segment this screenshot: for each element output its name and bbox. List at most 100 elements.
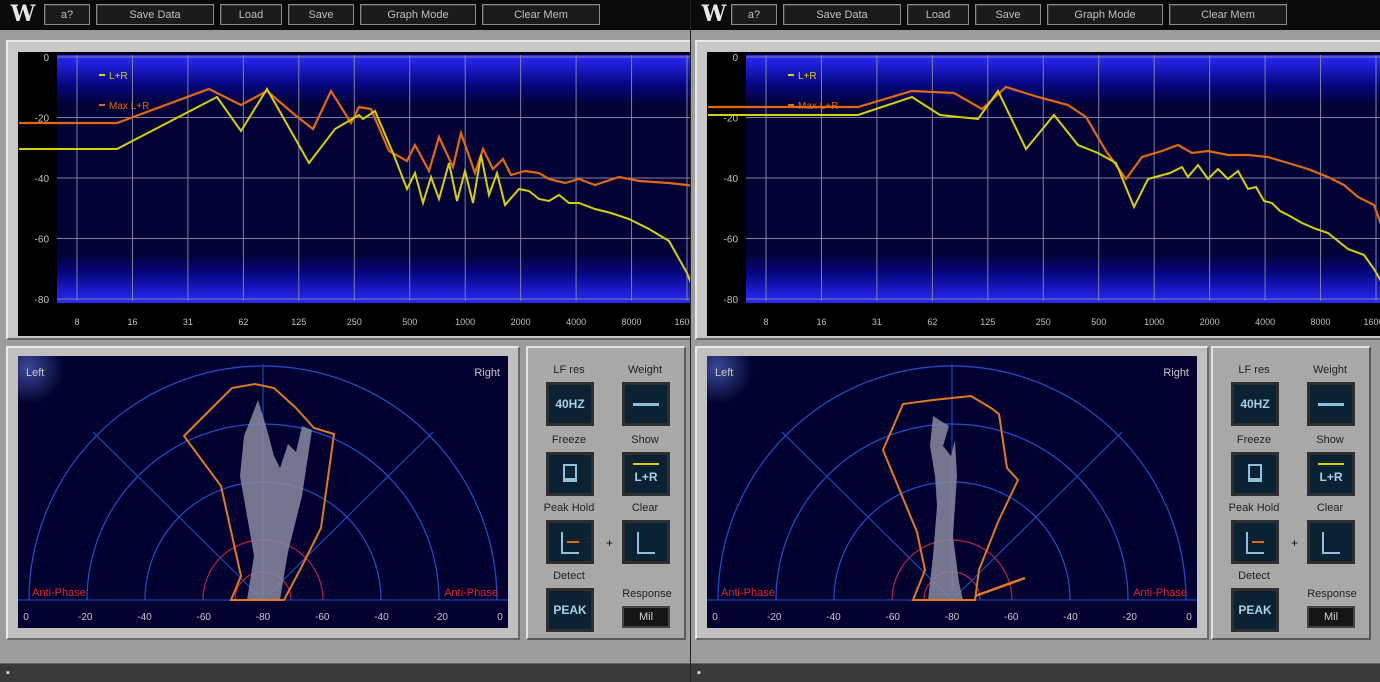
freeze-label: Freeze bbox=[551, 434, 587, 446]
polar-x-label: 0 bbox=[1186, 612, 1192, 623]
peak-hold-icon bbox=[561, 532, 579, 554]
peak-hold-button[interactable] bbox=[546, 520, 594, 564]
weight-button[interactable] bbox=[622, 382, 670, 426]
peak-hold-label: Peak Hold bbox=[543, 502, 595, 514]
polar-x-label: -20 bbox=[767, 612, 782, 623]
freeze-icon bbox=[1248, 464, 1262, 482]
y-tick-label: -60 bbox=[35, 235, 50, 246]
polar-x-label: -60 bbox=[1004, 612, 1019, 623]
lf-res-label: LF res bbox=[1238, 364, 1270, 376]
y-axis-band bbox=[19, 53, 57, 335]
legend-max-label: Max L+R bbox=[109, 101, 149, 112]
show-button[interactable]: L+R bbox=[1307, 452, 1355, 496]
lf-res-button[interactable]: 40HZ bbox=[546, 382, 594, 426]
y-tick-label: 0 bbox=[732, 53, 738, 64]
save-data-button[interactable]: Save Data bbox=[783, 4, 901, 25]
polar-display[interactable]: Left Right Anti-Phase Anti-Phase 0 -20 -40 -60 -… bbox=[691, 332, 1197, 628]
polar-x-label: 0 bbox=[23, 612, 29, 623]
x-tick-label: 500 bbox=[402, 317, 417, 327]
x-tick-label: 16000 bbox=[1363, 317, 1380, 327]
legend-max-label: Max L+R bbox=[798, 101, 838, 112]
x-tick-label: 31 bbox=[183, 317, 193, 327]
x-tick-label: 16 bbox=[816, 317, 826, 327]
x-tick-label: 8 bbox=[74, 317, 79, 327]
clear-icon bbox=[1322, 532, 1340, 554]
anti-phase-right: Anti-Phase bbox=[1133, 587, 1187, 599]
x-tick-label: 125 bbox=[291, 317, 306, 327]
polar-x-label: -60 bbox=[197, 612, 212, 623]
x-tick-label: 31 bbox=[872, 317, 882, 327]
left-label: Left bbox=[715, 367, 733, 379]
x-tick-label: 16 bbox=[127, 317, 137, 327]
plot-background bbox=[746, 55, 1380, 303]
lf-res-button[interactable]: 40HZ bbox=[1231, 382, 1279, 426]
spectrum-graph[interactable]: 0 -20 -40 -60 -80 8 16 31 62 125 250 500 1000 2000 400… bbox=[707, 52, 1380, 336]
x-tick-label: 8 bbox=[763, 317, 768, 327]
freeze-label: Freeze bbox=[1236, 434, 1272, 446]
control-panel: LF res 40HZ Weight Freeze Show L+R Peak … bbox=[1211, 346, 1371, 640]
waves-logo-icon[interactable]: W bbox=[8, 2, 38, 26]
peak-hold-button[interactable] bbox=[1231, 520, 1279, 564]
x-tick-label: 125 bbox=[980, 317, 995, 327]
y-tick-label: -60 bbox=[724, 235, 739, 246]
show-line-icon bbox=[633, 463, 659, 465]
save-data-button[interactable]: Save Data bbox=[96, 4, 214, 25]
polar-x-label: -20 bbox=[78, 612, 93, 623]
x-tick-label: 500 bbox=[1091, 317, 1106, 327]
x-tick-label: 250 bbox=[1036, 317, 1051, 327]
detect-button[interactable]: PEAK bbox=[546, 588, 594, 632]
anti-phase-right: Anti-Phase bbox=[444, 587, 498, 599]
polar-x-label: -80 bbox=[945, 612, 960, 623]
load-button[interactable]: Load bbox=[907, 4, 969, 25]
graph-mode-button[interactable]: Graph Mode bbox=[360, 4, 476, 25]
detect-button[interactable]: PEAK bbox=[1231, 588, 1279, 632]
save-button[interactable]: Save bbox=[288, 4, 354, 25]
clear-label: Clear bbox=[1316, 502, 1344, 514]
right-label: Right bbox=[1163, 367, 1189, 379]
freeze-button[interactable] bbox=[1231, 452, 1279, 496]
clear-mem-button[interactable]: Clear Mem bbox=[482, 4, 600, 25]
y-tick-label: -40 bbox=[35, 174, 50, 185]
y-tick-label: -80 bbox=[35, 295, 50, 306]
response-value[interactable]: Mil bbox=[622, 606, 670, 628]
x-tick-label: 62 bbox=[927, 317, 937, 327]
undo-button[interactable]: a? bbox=[44, 4, 90, 25]
polar-x-label: 0 bbox=[712, 612, 718, 623]
clear-button[interactable] bbox=[622, 520, 670, 564]
save-button[interactable]: Save bbox=[975, 4, 1041, 25]
polar-x-label: 0 bbox=[497, 612, 503, 623]
waves-logo-icon[interactable]: W bbox=[699, 2, 729, 26]
freeze-button[interactable] bbox=[546, 452, 594, 496]
status-bar: ▪ bbox=[0, 663, 690, 682]
clear-mem-button[interactable]: Clear Mem bbox=[1169, 4, 1287, 25]
spectrum-graph[interactable]: 0 -20 -40 -60 -80 8 16 31 62 125 250 500 1000 2000 400… bbox=[18, 52, 690, 336]
polar-x-label: -40 bbox=[1063, 612, 1078, 623]
peak-hold-icon bbox=[1246, 532, 1264, 554]
y-axis-band bbox=[708, 53, 746, 335]
y-tick-label: 0 bbox=[43, 53, 49, 64]
clear-button[interactable] bbox=[1307, 520, 1355, 564]
show-button[interactable]: L+R bbox=[622, 452, 670, 496]
x-tick-label: 2000 bbox=[511, 317, 531, 327]
plus-icon: + bbox=[1291, 536, 1299, 550]
x-tick-label: 8000 bbox=[622, 317, 642, 327]
response-label: Response bbox=[622, 588, 672, 600]
response-value[interactable]: Mil bbox=[1307, 606, 1355, 628]
plugin-window-right: W a? Save Data Load Save Graph Mode Clea… bbox=[690, 0, 1380, 682]
x-tick-label: 1000 bbox=[455, 317, 475, 327]
polar-x-label: -20 bbox=[434, 612, 449, 623]
toolbar: W a? Save Data Load Save Graph Mode Clea… bbox=[691, 0, 1380, 30]
response-label: Response bbox=[1307, 588, 1357, 600]
load-button[interactable]: Load bbox=[220, 4, 282, 25]
polar-display[interactable]: Left Right Anti-Phase Anti-Phase 0 -20 -40 -60 -… bbox=[0, 332, 508, 628]
x-tick-label: 250 bbox=[347, 317, 362, 327]
x-tick-label: 1000 bbox=[1144, 317, 1164, 327]
weight-label: Weight bbox=[627, 364, 663, 376]
status-bar: ▪ bbox=[691, 663, 1380, 682]
polar-x-label: -40 bbox=[826, 612, 841, 623]
graph-mode-button[interactable]: Graph Mode bbox=[1047, 4, 1163, 25]
lf-res-label: LF res bbox=[553, 364, 585, 376]
undo-button[interactable]: a? bbox=[731, 4, 777, 25]
spectrum-graph-svg: 0-20-40-60-808 16 31 62 125 250 500 1000 2000 400… bbox=[708, 53, 1380, 335]
weight-button[interactable] bbox=[1307, 382, 1355, 426]
